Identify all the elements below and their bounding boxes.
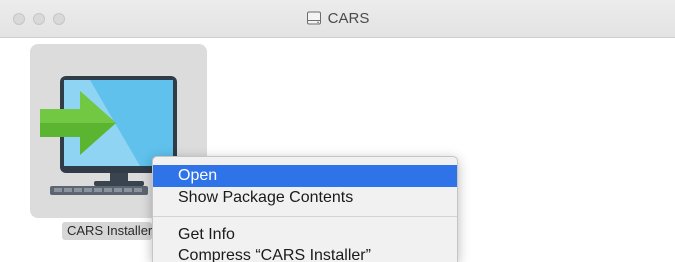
file-item-label[interactable]: CARS Installer (62, 222, 152, 240)
menu-item-compress[interactable]: Compress “CARS Installer” (153, 245, 457, 262)
window-title-text: CARS (327, 10, 370, 27)
window-titlebar[interactable]: CARS (0, 0, 675, 38)
menu-item-open[interactable]: Open (153, 165, 457, 187)
disk-icon (306, 10, 322, 30)
menu-item-show-package-contents[interactable]: Show Package Contents (153, 187, 457, 209)
menu-item-get-info[interactable]: Get Info (153, 224, 457, 246)
window-title: CARS (0, 10, 675, 30)
context-menu: Open Show Package Contents Get Info Comp… (152, 156, 458, 262)
menu-separator (153, 216, 457, 217)
